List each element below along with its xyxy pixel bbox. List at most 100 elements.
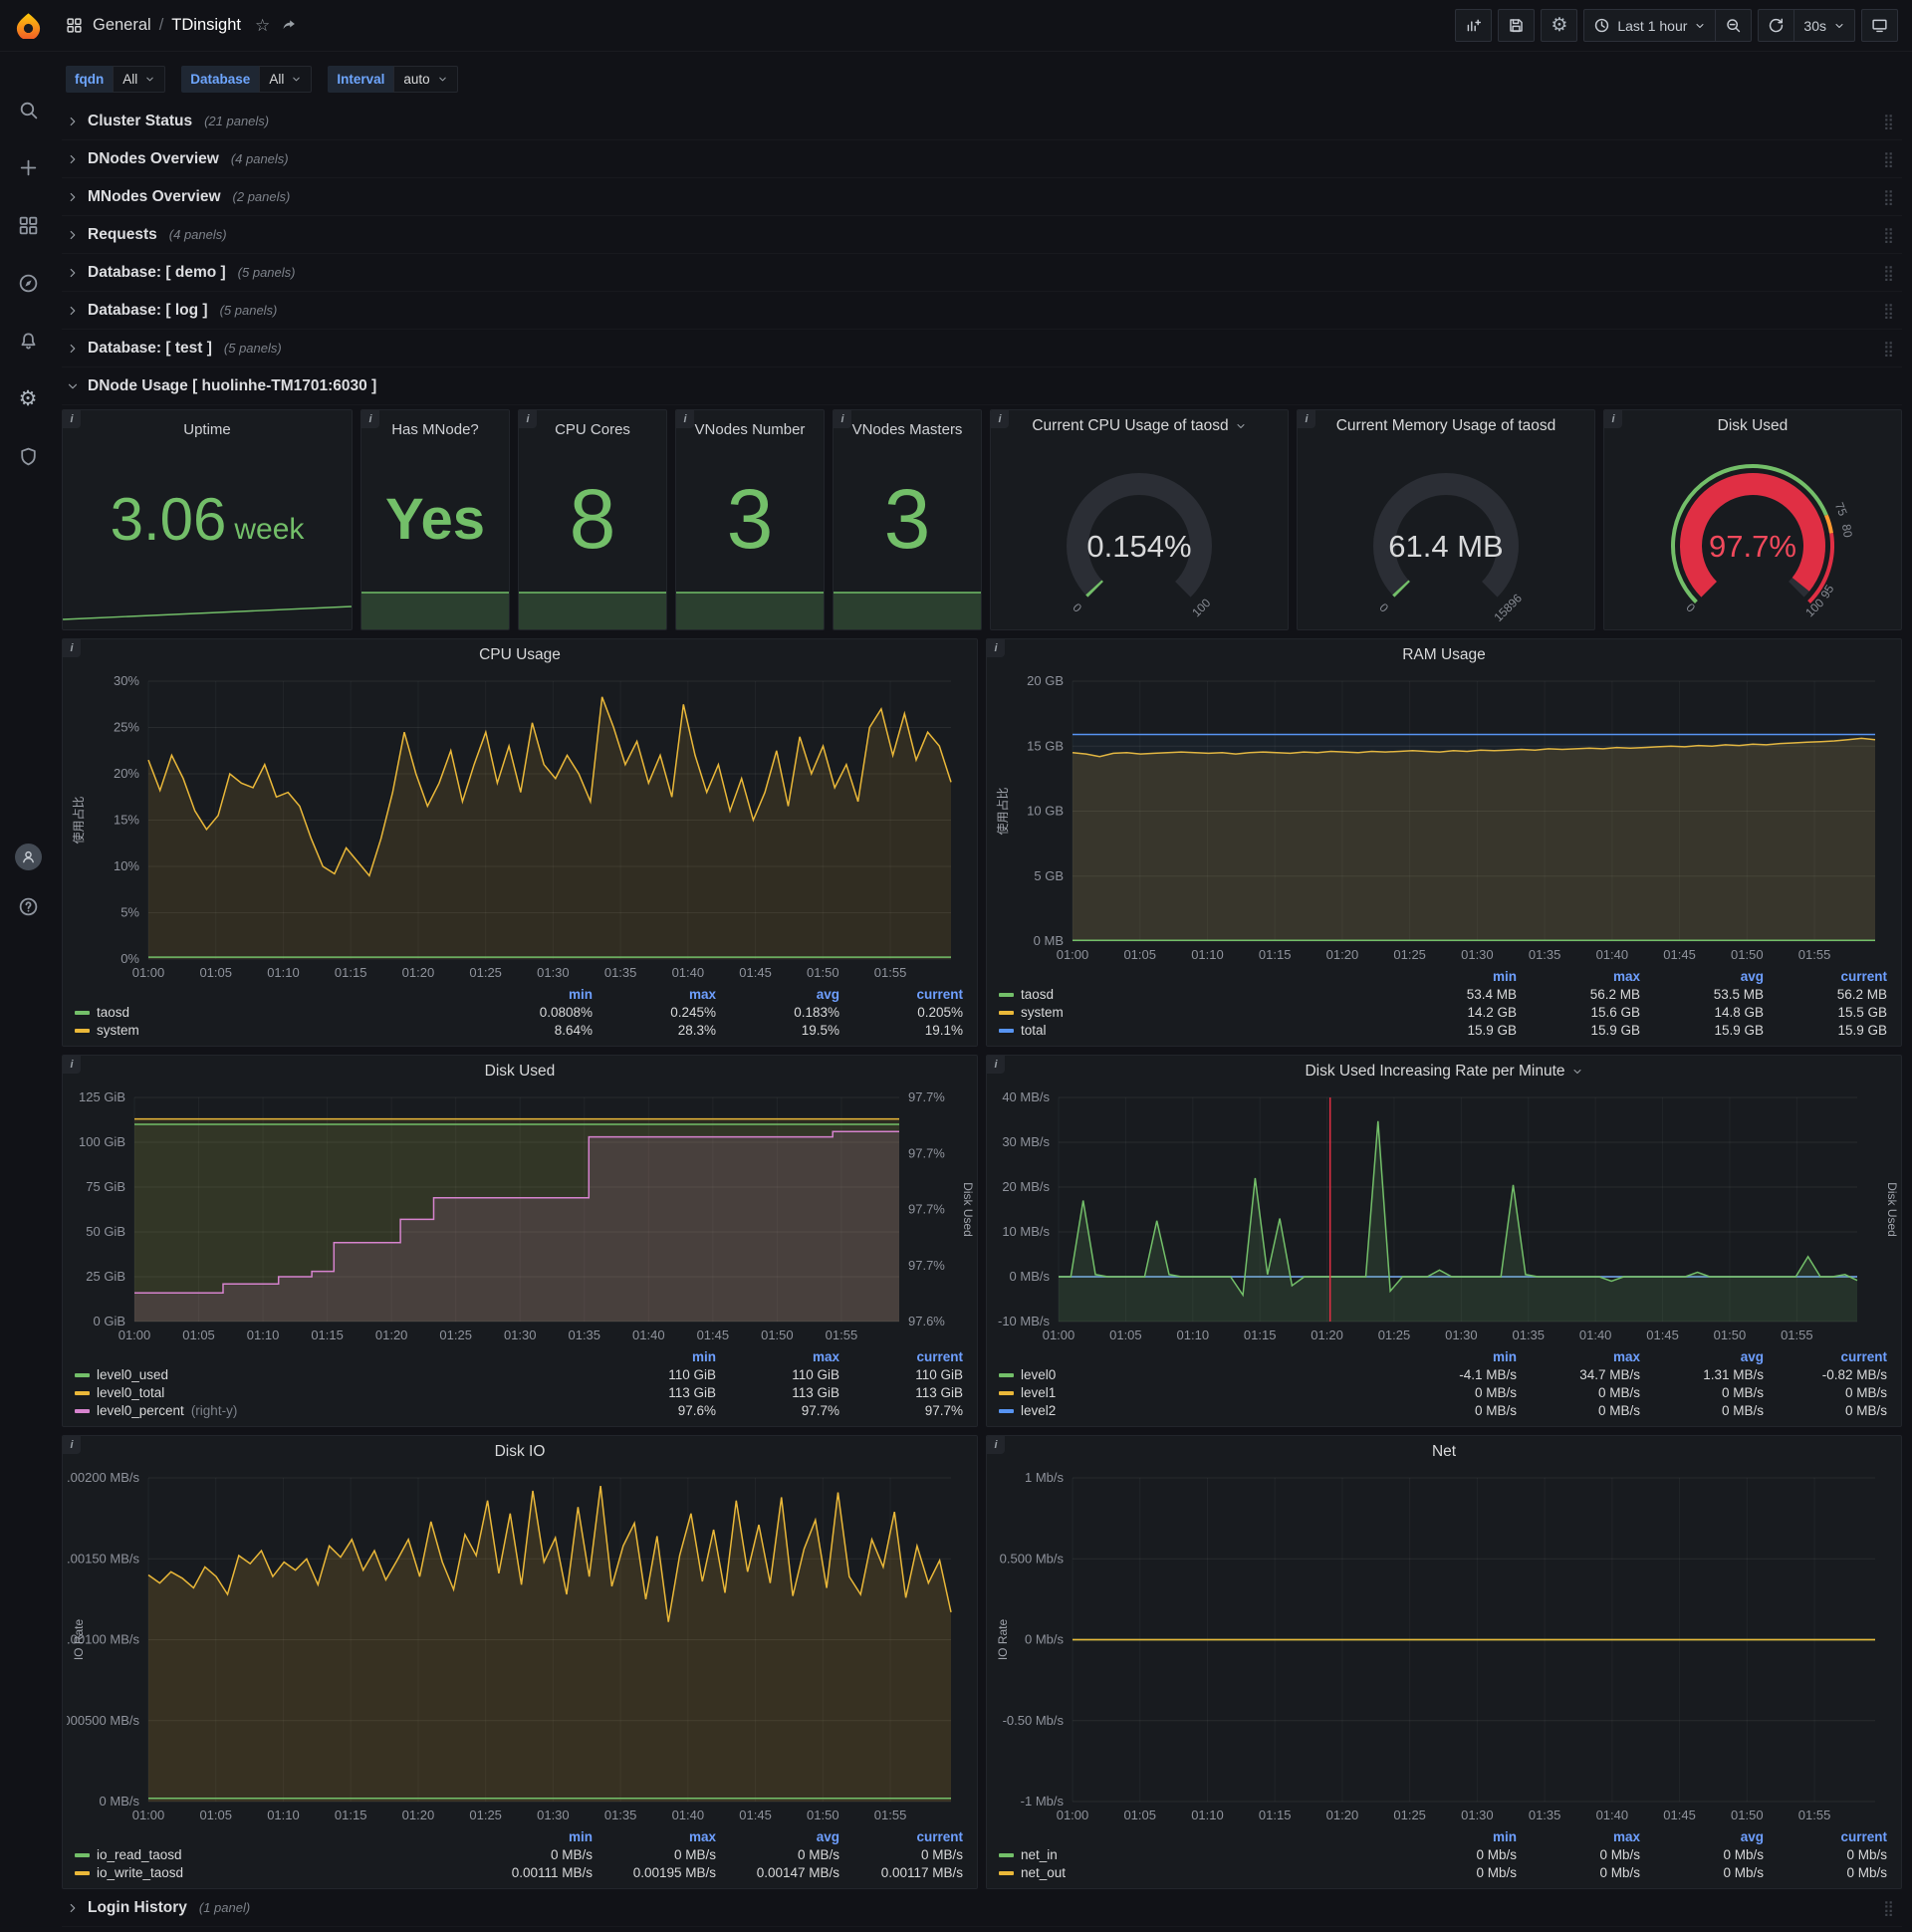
help-button[interactable] [10,888,46,924]
share-icon[interactable] [280,17,297,34]
legend-col-max[interactable]: max [1517,1349,1640,1364]
plot-disk_rate[interactable]: -10 MB/s 0 MB/s 10 MB/s 20 MB/s 30 MB/s 40 MB… [991,1087,1897,1347]
row-mnodes-overview[interactable]: MNodes Overview (2 panels) ⣿ [62,178,1902,216]
plot-net[interactable]: -1 Mb/s -0.50 Mb/s 0 Mb/s 0.500 Mb/s 1 Mb/s 0… [991,1468,1897,1827]
create-button[interactable] [10,149,46,185]
refresh-interval-dropdown[interactable]: 30s [1793,9,1855,42]
legend-col-avg[interactable]: avg [716,987,839,1002]
legend-col-avg[interactable]: avg [1640,1349,1764,1364]
legend-series-net-in[interactable]: net_in [999,1847,1393,1862]
plot-ram_usage[interactable]: 0 MB 5 GB 10 GB 15 GB 20 GB 01:00 01:05 01:10 01… [991,671,1897,967]
legend-col-max[interactable]: max [593,1829,716,1844]
panel-info-icon[interactable]: i [987,1436,1005,1454]
legend-series-level0[interactable]: level0 [999,1367,1393,1382]
zoom-out-time-button[interactable] [1715,9,1753,42]
legend-series-io-write-taosd[interactable]: io_write_taosd [75,1865,469,1880]
refresh-button[interactable] [1758,9,1795,42]
panel-title-disk_used[interactable]: Disk Used [63,1056,977,1087]
drag-handle-icon[interactable]: ⣿ [1883,113,1894,130]
panel-info-icon[interactable]: i [63,1056,81,1074]
star-dashboard-icon[interactable]: ☆ [255,16,270,36]
legend-col-current[interactable]: current [839,987,963,1002]
drag-handle-icon[interactable]: ⣿ [1883,188,1894,206]
panel-info-icon[interactable]: i [676,410,694,428]
legend-series-level0-used[interactable]: level0_used [75,1367,593,1382]
variable-value-dropdown[interactable]: All [259,66,313,93]
drag-handle-icon[interactable]: ⣿ [1883,302,1894,320]
configuration-button[interactable]: ⚙ [10,380,46,416]
plot-disk_used[interactable]: 0 GiB 25 GiB 50 GiB 75 GiB 100 GiB 125 GiB 01:… [67,1087,973,1347]
panel-info-icon[interactable]: i [1604,410,1622,428]
plot-disk_io[interactable]: 0 MB/s0.000500 MB/s0.00100 MB/s0.00150 M… [67,1468,973,1827]
legend-col-min[interactable]: min [1393,969,1517,984]
legend-series-taosd[interactable]: taosd [999,987,1393,1002]
row-database-log[interactable]: Database: [ log ] (5 panels) ⣿ [62,292,1902,330]
legend-series-net-out[interactable]: net_out [999,1865,1393,1880]
panel-info-icon[interactable]: i [987,639,1005,657]
legend-col-current[interactable]: current [1764,1349,1887,1364]
panel-info-icon[interactable]: i [63,1436,81,1454]
server-admin-button[interactable] [10,438,46,474]
drag-handle-icon[interactable]: ⣿ [1883,226,1894,244]
row-requests[interactable]: Requests (4 panels) ⣿ [62,216,1902,254]
row-cluster-status[interactable]: Cluster Status (21 panels) ⣿ [62,103,1902,140]
legend-col-current[interactable]: current [839,1829,963,1844]
legend-series-level2[interactable]: level2 [999,1403,1393,1418]
legend-series-level0-percent[interactable]: level0_percent (right-y) [75,1403,593,1418]
legend-col-min[interactable]: min [593,1349,716,1364]
legend-col-avg[interactable]: avg [1640,969,1764,984]
add-panel-button[interactable] [1455,9,1493,42]
legend-series-system[interactable]: system [999,1005,1393,1020]
row-login-history[interactable]: Login History (1 panel) ⣿ [62,1889,1902,1927]
row-dnodes-overview[interactable]: DNodes Overview (4 panels) ⣿ [62,140,1902,178]
legend-col-min[interactable]: min [469,987,593,1002]
legend-col-current[interactable]: current [839,1349,963,1364]
user-profile-button[interactable] [10,839,46,874]
drag-handle-icon[interactable]: ⣿ [1883,264,1894,282]
legend-col-max[interactable]: max [1517,969,1640,984]
row-dnode-usage[interactable]: DNode Usage [ huolinhe-TM1701:6030 ] [62,367,1902,405]
legend-series-taosd[interactable]: taosd [75,1005,469,1020]
legend-col-current[interactable]: current [1764,969,1887,984]
plot-cpu_usage[interactable]: 0% 5% 10% 15% 20% 25% 30% 01:00 01:05 01:10 01:15 0… [67,671,973,985]
panel-title-disk_io[interactable]: Disk IO [63,1436,977,1468]
panel-title[interactable]: Disk Used [1604,410,1901,442]
panel-info-icon[interactable]: i [987,1056,1005,1074]
panel-title[interactable]: Current CPU Usage of taosd [991,410,1288,442]
legend-col-avg[interactable]: avg [716,1829,839,1844]
drag-handle-icon[interactable]: ⣿ [1883,150,1894,168]
panel-title-ram_usage[interactable]: RAM Usage [987,639,1901,671]
breadcrumb-dashboard[interactable]: TDinsight [171,16,241,35]
legend-series-system[interactable]: system [75,1023,469,1038]
cycle-view-mode-button[interactable] [1861,9,1898,42]
legend-col-max[interactable]: max [1517,1829,1640,1844]
drag-handle-icon[interactable]: ⣿ [1883,340,1894,358]
panel-title-disk_rate[interactable]: Disk Used Increasing Rate per Minute [987,1056,1901,1087]
panel-title-net[interactable]: Net [987,1436,1901,1468]
panel-title-cpu_usage[interactable]: CPU Usage [63,639,977,671]
legend-series-total[interactable]: total [999,1023,1393,1038]
explore-button[interactable] [10,265,46,301]
legend-col-max[interactable]: max [593,987,716,1002]
drag-handle-icon[interactable]: ⣿ [1883,1899,1894,1917]
panel-info-icon[interactable]: i [1298,410,1315,428]
time-range-picker[interactable]: Last 1 hour [1583,9,1717,42]
grafana-logo[interactable] [0,12,56,39]
dashboards-icon[interactable] [66,17,83,34]
legend-col-min[interactable]: min [1393,1349,1517,1364]
panel-info-icon[interactable]: i [991,410,1009,428]
legend-series-io-read-taosd[interactable]: io_read_taosd [75,1847,469,1862]
panel-info-icon[interactable]: i [834,410,851,428]
alerting-button[interactable] [10,323,46,359]
panel-info-icon[interactable]: i [63,639,81,657]
panel-info-icon[interactable]: i [361,410,379,428]
variable-value-dropdown[interactable]: auto [393,66,458,93]
legend-col-avg[interactable]: avg [1640,1829,1764,1844]
breadcrumb-folder[interactable]: General [93,16,151,35]
panel-info-icon[interactable]: i [63,410,81,428]
save-dashboard-button[interactable] [1498,9,1536,42]
legend-col-current[interactable]: current [1764,1829,1887,1844]
dashboard-settings-button[interactable]: ⚙ [1541,9,1578,42]
search-button[interactable] [10,92,46,127]
panel-title[interactable]: Current Memory Usage of taosd [1298,410,1594,442]
